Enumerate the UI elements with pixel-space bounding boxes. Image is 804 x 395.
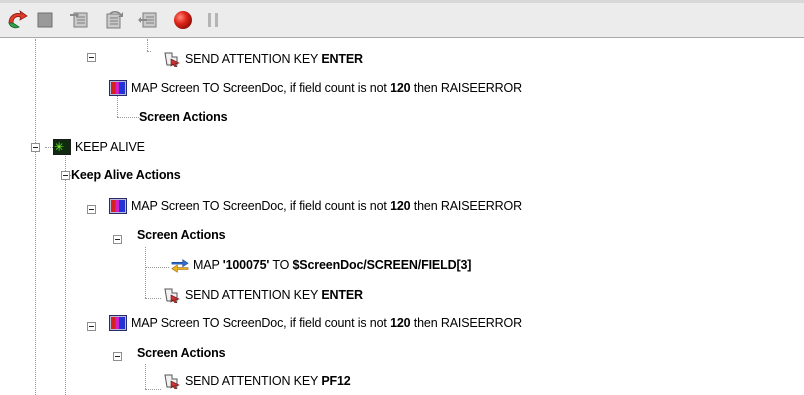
tree-node-map-screen[interactable]: MAP Screen TO ScreenDoc, if field count …: [109, 78, 522, 98]
tree-node-send-key-enter[interactable]: SEND ATTENTION KEY ENTER: [163, 49, 363, 69]
run-icon: [8, 9, 28, 29]
map-screen-icon: [109, 315, 127, 331]
run-button[interactable]: [5, 9, 29, 31]
map-screen-icon: [109, 198, 127, 214]
node-label: Keep Alive Actions: [71, 168, 181, 182]
tree-node-send-key-pf12[interactable]: SEND ATTENTION KEY PF12: [163, 371, 351, 391]
node-label: Screen Actions: [137, 228, 226, 242]
tree-guide-line: [147, 39, 148, 51]
map-value-icon: [171, 259, 189, 273]
step-out-button[interactable]: [135, 9, 159, 31]
collapse-toggle[interactable]: [113, 235, 122, 244]
step-out-icon: [138, 12, 157, 28]
stop-icon: [37, 12, 53, 28]
tree-node-screen-actions[interactable]: Screen Actions: [139, 107, 228, 127]
node-label: Screen Actions: [137, 346, 226, 360]
map-screen-icon: [109, 80, 127, 96]
step-into-icon: [70, 12, 88, 28]
node-label: KEEP ALIVE: [75, 140, 145, 154]
send-key-icon: [164, 288, 180, 303]
tree-node-map-screen[interactable]: MAP Screen TO ScreenDoc, if field count …: [109, 313, 522, 333]
collapse-toggle[interactable]: [113, 352, 122, 361]
tree-guide-line: [145, 247, 146, 298]
tree-node-map-value[interactable]: MAP '100075' TO $ScreenDoc/SCREEN/FIELD[…: [171, 255, 471, 275]
toolbar: [0, 0, 804, 38]
collapse-toggle[interactable]: [87, 205, 96, 214]
stop-button[interactable]: [33, 9, 57, 31]
collapse-toggle[interactable]: [87, 322, 96, 331]
node-label: Screen Actions: [139, 110, 228, 124]
tree-node-send-key-enter[interactable]: SEND ATTENTION KEY ENTER: [163, 285, 363, 305]
pause-icon: [208, 13, 218, 27]
tree-guide-line: [147, 51, 151, 52]
node-label: MAP '100075' TO $ScreenDoc/SCREEN/FIELD[…: [193, 258, 472, 272]
step-into-button[interactable]: [67, 9, 91, 31]
node-label: MAP Screen TO ScreenDoc, if field count …: [131, 316, 522, 330]
pause-button[interactable]: [201, 9, 225, 31]
record-button[interactable]: [171, 9, 195, 31]
node-label: SEND ATTENTION KEY ENTER: [185, 52, 363, 66]
node-label: MAP Screen TO ScreenDoc, if field count …: [131, 81, 522, 95]
node-label: MAP Screen TO ScreenDoc, if field count …: [131, 199, 522, 213]
collapse-toggle[interactable]: [61, 171, 70, 180]
tree-guide-line: [145, 364, 146, 389]
tree-node-keep-alive[interactable]: ✳ KEEP ALIVE: [53, 137, 145, 157]
tree-node-keep-alive-actions[interactable]: Keep Alive Actions: [71, 165, 181, 185]
tree-guide-line: [145, 298, 161, 299]
tree-node-screen-actions[interactable]: Screen Actions: [137, 225, 226, 245]
tree-guide-line: [145, 389, 161, 390]
tree-guide-line: [117, 117, 139, 118]
tree-guide-line: [145, 267, 169, 268]
record-icon: [174, 11, 192, 29]
toolbar-top-border: [0, 0, 804, 3]
send-key-icon: [164, 374, 180, 389]
collapse-toggle[interactable]: [87, 53, 96, 62]
node-label: SEND ATTENTION KEY ENTER: [185, 288, 363, 302]
keep-alive-icon: ✳: [53, 139, 71, 155]
send-key-icon: [164, 52, 180, 67]
node-label: SEND ATTENTION KEY PF12: [185, 374, 351, 388]
tree-node-map-screen[interactable]: MAP Screen TO ScreenDoc, if field count …: [109, 196, 522, 216]
step-over-icon: [106, 11, 123, 29]
tree-node-screen-actions[interactable]: Screen Actions: [137, 343, 226, 363]
tree-guide-line: [65, 179, 66, 395]
tree-guide-line: [35, 39, 36, 395]
action-tree[interactable]: SEND ATTENTION KEY ENTER MAP Screen TO S…: [0, 39, 804, 395]
collapse-toggle[interactable]: [31, 143, 40, 152]
tree-guide-line: [45, 147, 53, 148]
step-over-button[interactable]: [102, 9, 126, 31]
